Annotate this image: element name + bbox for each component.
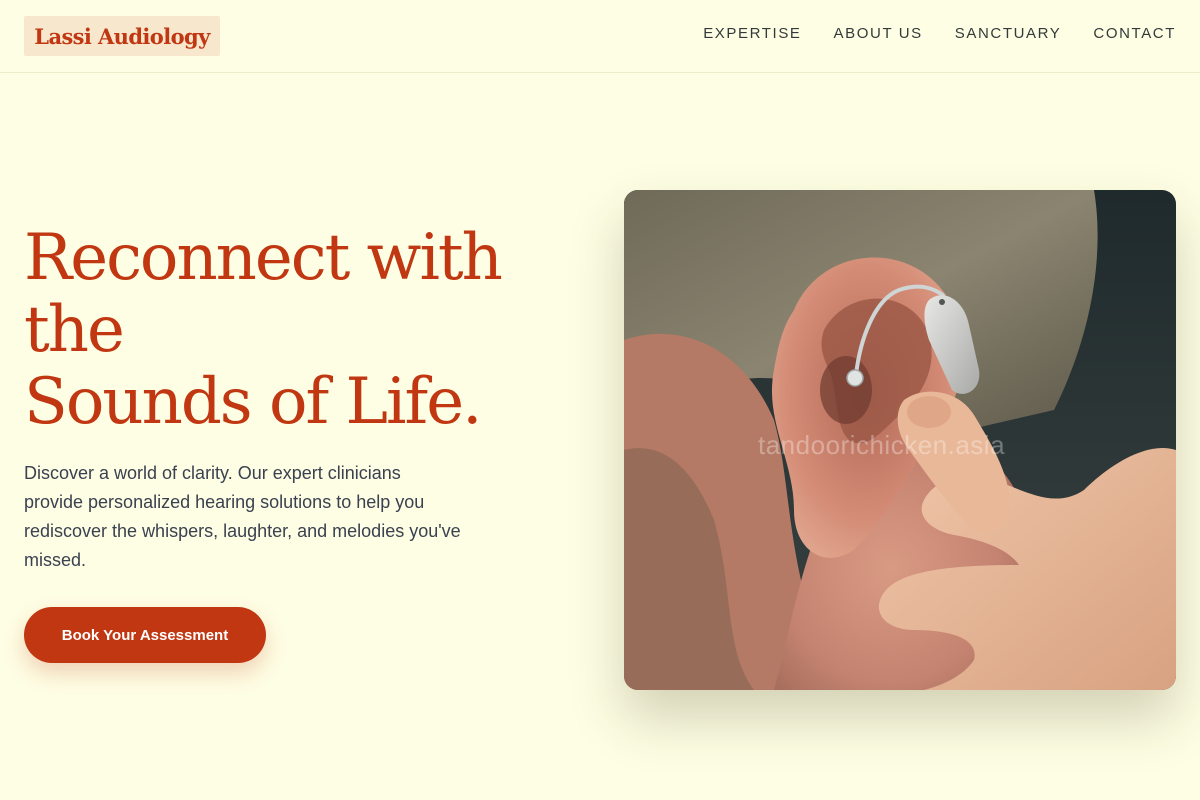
image-watermark: tandoorichicken.asia [758,430,1006,460]
hero-title-line: Sounds of Life. [24,365,482,439]
hero-image: tandoorichicken.asia [624,190,1176,690]
book-assessment-button[interactable]: Book Your Assessment [24,607,266,663]
hero-title-line: the [24,293,125,367]
main-nav: EXPERTISE ABOUT US SANCTUARY CONTACT [703,24,1176,44]
nav-link-sanctuary[interactable]: SANCTUARY [955,24,1062,44]
site-header: Lassi Audiology EXPERTISE ABOUT US SANCT… [0,0,1200,73]
nav-link-expertise[interactable]: EXPERTISE [703,24,801,44]
nav-link-about-us[interactable]: ABOUT US [834,24,923,44]
hero-description: Discover a world of clarity. Our expert … [24,463,461,570]
hero-title-line: Reconnect with [24,221,503,295]
logo[interactable]: Lassi Audiology [24,16,220,56]
nav-link-contact[interactable]: CONTACT [1093,24,1176,44]
hero-title: Reconnect with the Sounds of Life. [24,222,564,438]
